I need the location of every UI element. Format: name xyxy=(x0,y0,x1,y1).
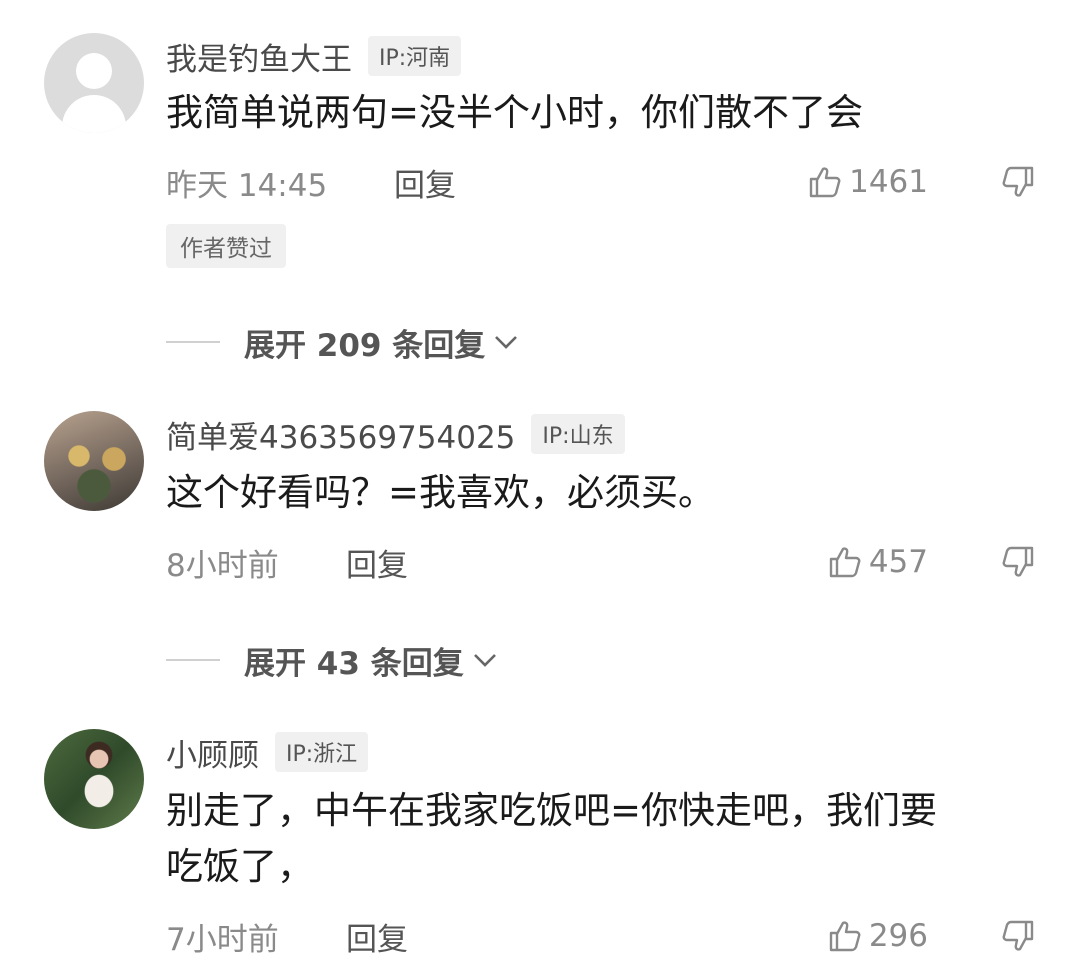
thumbs-up-icon xyxy=(829,921,861,952)
timestamp: 7小时前 xyxy=(166,921,279,958)
thumbs-down-icon xyxy=(1002,166,1034,197)
timestamp: 昨天 14:45 xyxy=(166,167,328,204)
like-button[interactable]: 457 xyxy=(827,544,928,580)
reply-button[interactable]: 回复 xyxy=(346,914,408,959)
comment-header: 小顾顾 IP:浙江 xyxy=(166,730,369,775)
expand-replies-button[interactable]: 展开 209 条回复 xyxy=(166,320,521,364)
expand-replies-button[interactable]: 展开 43 条回复 xyxy=(166,638,500,682)
chevron-down-icon xyxy=(473,654,496,667)
comment-meta: 7小时前 回复 296 xyxy=(166,914,1036,958)
like-count: 457 xyxy=(868,544,928,580)
username[interactable]: 我是钓鱼大王 xyxy=(166,34,352,79)
thumbs-up-icon xyxy=(809,167,841,198)
dislike-button[interactable] xyxy=(1000,164,1036,200)
comment-meta: 8小时前 回复 457 xyxy=(166,540,1036,584)
dislike-button[interactable] xyxy=(1000,918,1036,954)
ip-location-badge: IP:浙江 xyxy=(275,732,369,772)
like-button[interactable]: 296 xyxy=(827,918,928,954)
chevron-down-icon xyxy=(495,336,518,349)
username[interactable]: 小顾顾 xyxy=(166,730,259,775)
expand-replies-label: 展开 43 条回复 xyxy=(244,645,464,682)
author-liked-badge: 作者赞过 xyxy=(166,224,286,268)
comment-text: 我简单说两句=没半个小时，你们散不了会 xyxy=(166,91,864,134)
thumbs-down-icon xyxy=(1002,546,1034,577)
comment-text: 这个好看吗？=我喜欢，必须买。 xyxy=(166,471,716,514)
comment-text: 别走了，中午在我家吃饭吧=你快走吧，我们要 吃饭了， xyxy=(166,789,938,888)
username[interactable]: 简单爱4363569754025 xyxy=(166,412,515,457)
avatar[interactable] xyxy=(44,411,144,511)
divider-line xyxy=(166,341,220,343)
timestamp: 8小时前 xyxy=(166,547,279,584)
divider-line xyxy=(166,659,220,661)
avatar[interactable] xyxy=(44,729,144,829)
thumbs-down-icon xyxy=(1002,920,1034,951)
comment-header: 我是钓鱼大王 IP:河南 xyxy=(166,34,462,79)
reply-button[interactable]: 回复 xyxy=(394,160,456,205)
like-count: 296 xyxy=(868,918,928,954)
reply-button[interactable]: 回复 xyxy=(346,540,408,585)
like-button[interactable]: 1461 xyxy=(807,164,928,200)
comment-header: 简单爱4363569754025 IP:山东 xyxy=(166,412,625,456)
thumbs-up-icon xyxy=(829,547,861,578)
ip-location-badge: IP:河南 xyxy=(368,36,462,76)
dislike-button[interactable] xyxy=(1000,544,1036,580)
like-count: 1461 xyxy=(849,164,928,200)
ip-location-badge: IP:山东 xyxy=(531,414,625,454)
comment-meta: 昨天 14:45 回复 1461 xyxy=(166,160,1036,204)
expand-replies-label: 展开 209 条回复 xyxy=(244,327,486,364)
avatar[interactable] xyxy=(44,33,144,133)
